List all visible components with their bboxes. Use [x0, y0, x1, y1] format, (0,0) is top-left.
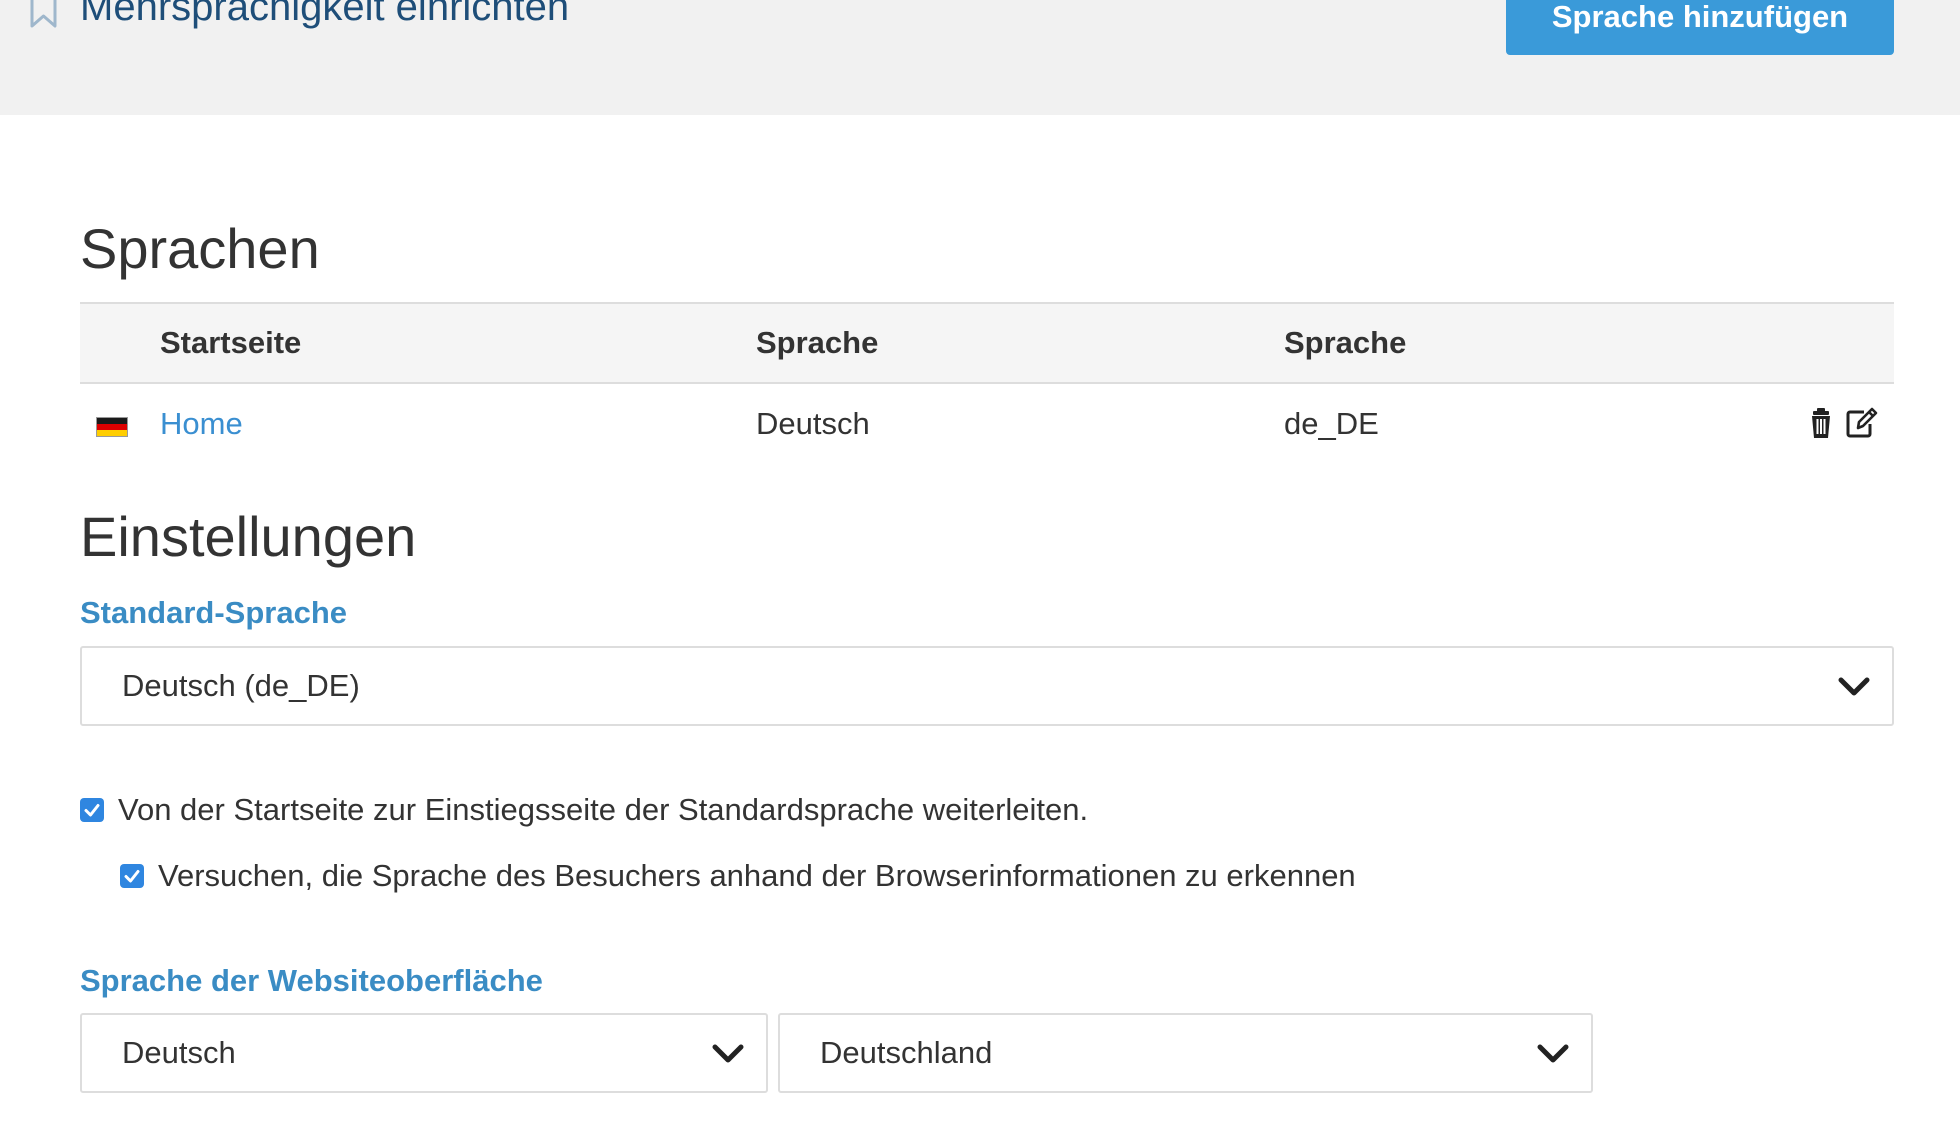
- chevron-down-icon: [1537, 1044, 1569, 1063]
- interface-country-select[interactable]: Deutschland: [778, 1013, 1593, 1093]
- row-actions: [1804, 406, 1878, 440]
- column-header-startpage: Startseite: [160, 325, 302, 360]
- column-header-language: Sprache: [756, 325, 879, 360]
- interface-country-value: Deutschland: [820, 1035, 993, 1070]
- trash-icon[interactable]: [1804, 406, 1838, 440]
- flag-de-icon: [96, 417, 128, 437]
- redirect-option: Von der Startseite zur Einstiegsseite de…: [80, 790, 1088, 830]
- startpage-link[interactable]: Home: [160, 384, 243, 464]
- interface-language-value: Deutsch: [122, 1035, 236, 1070]
- page-header: Mehrsprachigkeit einrichten Sprache hinz…: [0, 0, 1960, 115]
- interface-language-label: Sprache der Websiteoberfläche: [80, 963, 543, 998]
- page-title: Mehrsprachigkeit einrichten: [80, 0, 570, 29]
- detect-option: Versuchen, die Sprache des Besuchers anh…: [120, 856, 1356, 896]
- add-language-button[interactable]: Sprache hinzufügen: [1506, 0, 1894, 55]
- detect-checkbox[interactable]: [120, 864, 144, 888]
- chevron-down-icon: [712, 1044, 744, 1063]
- locale-cell: de_DE: [1284, 406, 1379, 441]
- interface-language-select[interactable]: Deutsch: [80, 1013, 768, 1093]
- bookmark-icon[interactable]: [29, 0, 58, 28]
- table-row: Home Deutsch de_DE: [80, 384, 1894, 464]
- edit-icon[interactable]: [1844, 406, 1878, 440]
- default-language-select[interactable]: Deutsch (de_DE): [80, 646, 1894, 726]
- redirect-checkbox-label[interactable]: Von der Startseite zur Einstiegsseite de…: [118, 790, 1088, 830]
- default-language-value: Deutsch (de_DE): [122, 668, 360, 703]
- language-cell: Deutsch: [756, 406, 870, 441]
- detect-checkbox-label[interactable]: Versuchen, die Sprache des Besuchers anh…: [158, 856, 1356, 896]
- default-language-label: Standard-Sprache: [80, 595, 348, 630]
- table-header: Startseite Sprache Sprache: [80, 302, 1894, 384]
- languages-section-title: Sprachen: [80, 217, 320, 280]
- languages-table: Startseite Sprache Sprache Home Deutsch …: [80, 302, 1894, 464]
- column-header-locale: Sprache: [1284, 325, 1407, 360]
- check-icon: [84, 804, 100, 817]
- settings-section-title: Einstellungen: [80, 505, 417, 568]
- chevron-down-icon: [1838, 677, 1870, 696]
- check-icon: [124, 870, 140, 883]
- redirect-checkbox[interactable]: [80, 798, 104, 822]
